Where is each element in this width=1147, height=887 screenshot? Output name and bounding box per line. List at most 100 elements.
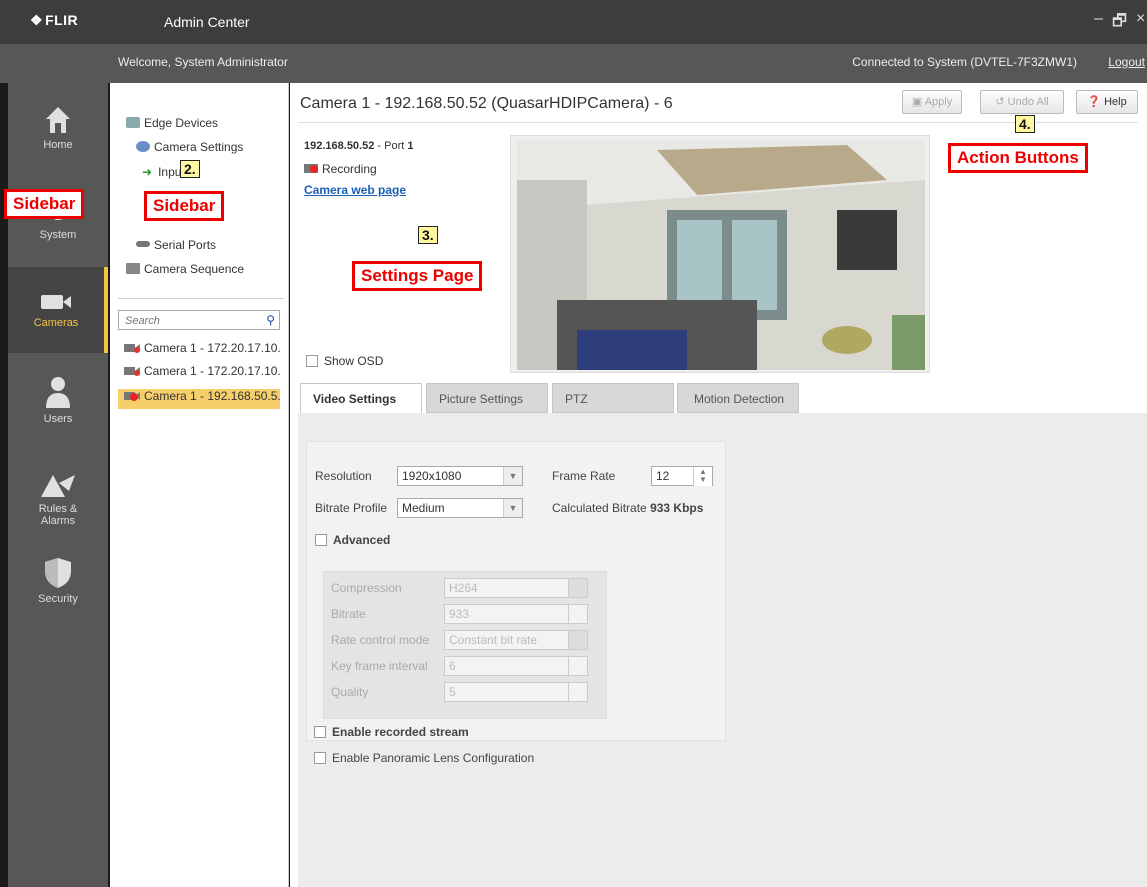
connection-status: Connected to System (DVTEL-7F3ZMW1)	[852, 55, 1077, 69]
chevron-down-icon: ▼	[503, 499, 522, 517]
port-value: 1	[407, 140, 414, 152]
camera-sequence-icon	[126, 263, 140, 274]
annotation-badge-4: 4.	[1015, 115, 1035, 133]
chevron-down-icon: ▼	[503, 467, 522, 485]
show-osd-option[interactable]: Show OSD	[306, 354, 383, 368]
tab-motion-detection[interactable]: Motion Detection	[677, 383, 799, 413]
tab-video-settings[interactable]: Video Settings	[300, 383, 422, 413]
nav-cameras[interactable]: Cameras	[8, 267, 108, 353]
quality-input[interactable]: 5	[444, 682, 588, 702]
resolution-select[interactable]: 1920x1080 ▼	[397, 466, 523, 486]
help-icon: ❓	[1087, 96, 1105, 108]
recorded-stream-option[interactable]: Enable recorded stream	[314, 725, 469, 739]
apply-button[interactable]: ▣ Apply	[902, 90, 962, 114]
help-label: Help	[1104, 96, 1127, 108]
maximize-button[interactable]: 🗗	[1112, 10, 1127, 37]
search-icon[interactable]: ⚲	[266, 313, 275, 327]
recorded-stream-checkbox[interactable]	[314, 726, 326, 738]
chevron-down-icon	[568, 631, 587, 649]
tree-camera-sequence[interactable]: Camera Sequence	[126, 262, 244, 276]
camera-list-item[interactable]: Camera 1 - 172.20.17.10..	[118, 364, 280, 384]
compression-select[interactable]: H264	[444, 578, 588, 598]
undo-all-label: Undo All	[1007, 96, 1049, 108]
rate-control-value: Constant bit rate	[449, 633, 538, 647]
title-bar: ❖ FLIR Admin Center – 🗗 ×	[0, 0, 1147, 45]
camera-web-page-link[interactable]: Camera web page	[304, 183, 406, 197]
bitrate-profile-label: Bitrate Profile	[315, 501, 388, 515]
annotation-badge-3: 3.	[418, 226, 438, 244]
video-settings-form: Resolution 1920x1080 ▼ Frame Rate 12 ▲ ▼ Bi…	[306, 441, 726, 741]
key-frame-value: 6	[449, 659, 456, 673]
nav-system-label: System	[39, 229, 77, 241]
port-label: - Port	[374, 140, 408, 152]
stepper-icon	[568, 605, 587, 623]
logo-text: FLIR	[45, 12, 79, 28]
tree-edge-devices-label: Edge Devices	[144, 116, 219, 130]
title-divider	[298, 122, 1138, 123]
close-button[interactable]: ×	[1136, 10, 1145, 28]
bitrate-value: 933	[449, 607, 470, 621]
camera-list-item[interactable]: Camera 1 - 172.20.17.10..	[118, 341, 280, 361]
show-osd-checkbox[interactable]	[306, 355, 318, 367]
search-input[interactable]	[123, 312, 257, 330]
video-settings-panel: Resolution 1920x1080 ▼ Frame Rate 12 ▲ ▼ Bi…	[298, 413, 1147, 887]
logout-link[interactable]: Logout	[1108, 55, 1145, 69]
undo-icon: ↺	[995, 96, 1008, 108]
welcome-text: Welcome, System Administrator	[118, 55, 288, 69]
camera-label: Camera 1 - 172.20.17.10..	[144, 341, 280, 355]
bitrate-profile-value: Medium	[402, 501, 445, 515]
advanced-option[interactable]: Advanced	[315, 533, 390, 547]
tree-serial-ports-label: Serial Ports	[154, 238, 217, 252]
recorded-stream-label: Enable recorded stream	[332, 725, 469, 739]
tab-picture-settings[interactable]: Picture Settings	[426, 383, 548, 413]
stepper-icon	[568, 657, 587, 675]
panoramic-lens-checkbox[interactable]	[314, 752, 326, 764]
undo-all-button[interactable]: ↺ Undo All	[980, 90, 1064, 114]
tree-inputs[interactable]: ➜ Inpu	[142, 165, 181, 179]
camera-label: Camera 1 - 172.20.17.10..	[144, 364, 280, 378]
camera-search[interactable]: ⚲	[118, 310, 280, 330]
key-frame-input[interactable]: 6	[444, 656, 588, 676]
tree-serial-ports[interactable]: Serial Ports	[136, 238, 216, 252]
bitrate-profile-select[interactable]: Medium ▼	[397, 498, 523, 518]
frame-rate-label: Frame Rate	[552, 469, 616, 483]
edge-devices-icon	[126, 117, 140, 128]
rate-control-select[interactable]: Constant bit rate	[444, 630, 588, 650]
resolution-label: Resolution	[315, 469, 372, 483]
flir-flame-icon: ❖	[30, 12, 44, 28]
page-title: Camera 1 - 192.168.50.52 (QuasarHDIPCame…	[300, 95, 673, 112]
help-button[interactable]: ❓ Help	[1076, 90, 1138, 114]
recording-label: Recording	[322, 162, 377, 176]
advanced-checkbox[interactable]	[315, 534, 327, 546]
quality-value: 5	[449, 685, 456, 699]
frame-rate-stepper[interactable]: 12 ▲ ▼	[651, 466, 713, 486]
minimize-button[interactable]: –	[1094, 10, 1103, 28]
tree-edge-devices[interactable]: Edge Devices	[126, 116, 218, 130]
nav-rules-label-1: Rules &	[38, 503, 78, 515]
tree-inputs-label: Inpu	[158, 165, 182, 179]
tab-motion-detection-label: Motion Detection	[694, 392, 785, 406]
calculated-bitrate-value: 933 Kbps	[650, 501, 704, 515]
nav-home-label: Home	[43, 139, 73, 151]
annotation-badge-2: 2.	[180, 160, 200, 178]
stepper-arrows-icon[interactable]: ▲ ▼	[693, 467, 712, 486]
camera-list-item-selected[interactable]: Camera 1 - 192.168.50.5..	[118, 389, 280, 409]
stepper-icon	[568, 683, 587, 701]
annotation-sidebar-nav: Sidebar	[4, 189, 85, 219]
panoramic-lens-option[interactable]: Enable Panoramic Lens Configuration	[314, 751, 534, 765]
nav-users[interactable]: Users	[8, 375, 108, 435]
camera-idle-icon	[124, 342, 140, 353]
camera-idle-icon	[124, 365, 140, 376]
tree-divider	[118, 298, 284, 299]
nav-home[interactable]: Home	[8, 105, 108, 165]
recording-status: Recording	[304, 162, 377, 176]
nav-rules-alarms[interactable]: Rules & Alarms	[8, 471, 108, 541]
show-osd-label: Show OSD	[324, 354, 384, 368]
tree-camera-settings[interactable]: Camera Settings	[136, 140, 243, 154]
serial-port-icon	[136, 241, 150, 247]
advanced-label: Advanced	[333, 533, 391, 547]
nav-security[interactable]: Security	[8, 557, 108, 617]
tab-ptz[interactable]: PTZ	[552, 383, 674, 413]
calculated-bitrate: Calculated Bitrate 933 Kbps	[552, 501, 703, 515]
bitrate-input[interactable]: 933	[444, 604, 588, 624]
